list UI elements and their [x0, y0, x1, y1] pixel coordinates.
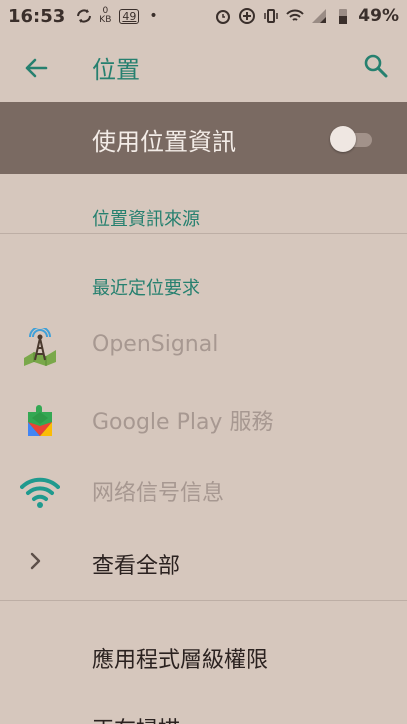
scanning-label: 正在掃描: [92, 712, 180, 724]
battery-icon: [334, 7, 352, 25]
view-all-label: 查看全部: [92, 554, 181, 579]
recent-requests-header: 最近定位要求: [92, 278, 200, 299]
notification-dot: •: [149, 8, 158, 24]
opensignal-app-icon: [20, 326, 60, 368]
status-icons: 49%: [214, 6, 399, 26]
app-level-permissions-row[interactable]: 應用程式層級權限: [0, 620, 407, 690]
sync-icon: [75, 7, 93, 25]
wifi-icon: [286, 7, 305, 25]
toggle-thumb: [330, 126, 356, 152]
vibrate-icon: [262, 7, 280, 25]
app-name: Google Play 服務: [92, 410, 274, 435]
recent-app-row[interactable]: 网络信号信息: [0, 455, 407, 525]
battery-percent: 49%: [358, 6, 399, 26]
page-title: 位置: [92, 56, 140, 84]
data-speed: 0 KB: [99, 7, 111, 25]
google-play-services-icon: [20, 400, 60, 440]
section-divider: [0, 233, 407, 234]
section-divider: [0, 600, 407, 601]
recent-app-row[interactable]: Google Play 服務: [0, 384, 407, 454]
alarm-icon: [214, 7, 232, 25]
view-all-row[interactable]: 查看全部: [0, 526, 407, 596]
wifi-signal-app-icon: [20, 471, 60, 511]
app-name: OpenSignal: [92, 332, 219, 357]
location-master-switch-row[interactable]: 使用位置資訊: [0, 102, 407, 174]
location-toggle[interactable]: [330, 126, 374, 152]
status-time: 16:53: [8, 5, 66, 27]
scanning-row[interactable]: 正在掃描: [0, 690, 407, 724]
app-level-permissions-label: 應用程式層級權限: [92, 648, 269, 673]
data-speed-unit: KB: [99, 15, 112, 25]
chevron-right-icon: [26, 549, 46, 573]
app-toolbar: 位置: [0, 32, 407, 102]
location-master-switch-label: 使用位置資訊: [92, 128, 236, 156]
app-name: 网络信号信息: [92, 481, 225, 506]
arrow-left-icon[interactable]: [22, 54, 50, 82]
data-saver-icon: [238, 7, 256, 25]
recent-app-row[interactable]: OpenSignal: [0, 312, 407, 382]
location-sources-header: 位置資訊來源: [92, 209, 200, 230]
notification-badge: 49: [119, 8, 140, 24]
search-icon[interactable]: [362, 52, 390, 80]
status-bar: 16:53 0 KB 49 • 49%: [0, 0, 407, 32]
signal-icon: [310, 7, 328, 25]
